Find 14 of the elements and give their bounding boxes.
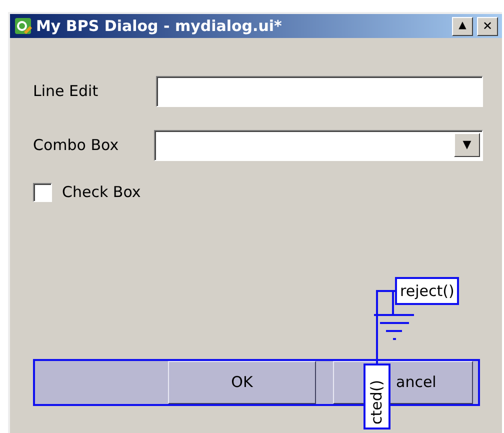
slot-label: reject() <box>395 277 460 305</box>
checkbox-label: Check Box <box>62 182 142 203</box>
maximize-button[interactable]: ▲ <box>452 16 473 36</box>
app-icon <box>14 17 32 35</box>
text-field[interactable] <box>156 76 483 106</box>
close-button[interactable]: ✕ <box>477 16 498 36</box>
combo-box[interactable]: ▼ <box>154 130 483 160</box>
field-label: Line Edit <box>33 80 100 102</box>
signal-label: cted() <box>364 364 390 430</box>
dropdown-button[interactable]: ▼ <box>454 132 480 156</box>
ok-button[interactable]: OK <box>168 361 316 404</box>
window-title: My BPS Dialog - mydialog.ui* <box>36 16 282 37</box>
checkbox[interactable] <box>33 182 52 202</box>
field-label: Combo Box <box>33 134 120 156</box>
